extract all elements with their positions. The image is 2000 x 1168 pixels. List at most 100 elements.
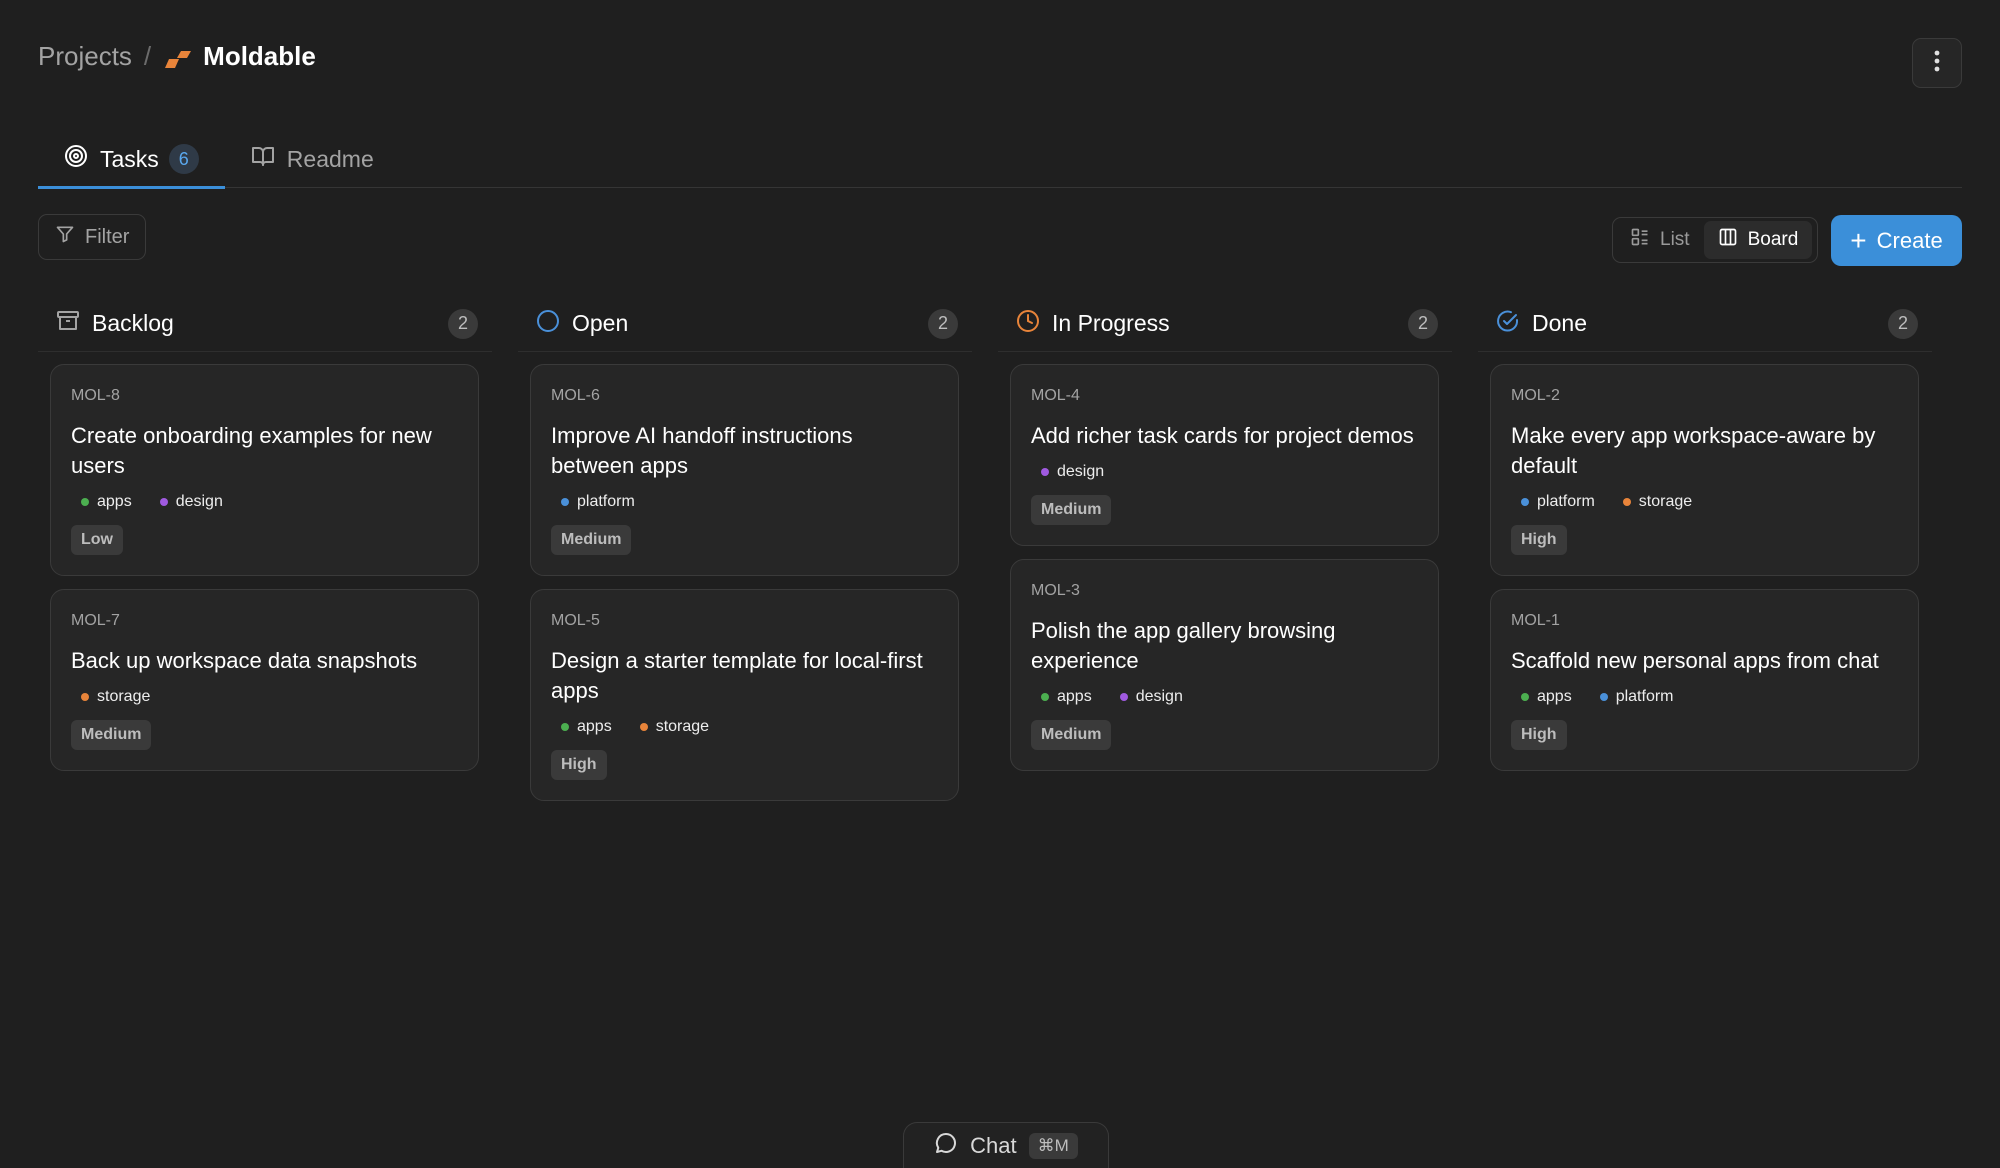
label-tag: apps [561,718,612,736]
task-card[interactable]: MOL-3 Polish the app gallery browsing ex… [1010,559,1439,771]
label-text: storage [655,718,710,735]
task-id: MOL-8 [71,387,120,404]
label-dot [1119,693,1128,701]
task-id: MOL-1 [1511,612,1560,629]
task-title: Back up workspace data snapshots [71,648,418,673]
task-title: Design a starter template for local-firs… [551,648,923,703]
label-tag: design [159,493,223,511]
task-title: Polish the app gallery browsing experien… [1031,618,1336,673]
task-labels: platform [551,493,938,511]
task-id: MOL-5 [551,612,600,629]
label-tag: design [1119,688,1183,706]
label-tag: platform [1521,493,1595,511]
breadcrumb-separator: / [143,40,152,71]
label-tag: platform [561,493,635,511]
priority-badge: Medium [551,525,632,555]
label-tag: design [1041,463,1104,481]
task-labels: storage [71,688,458,706]
label-tag: apps [81,493,132,511]
book-icon [251,144,287,174]
task-labels: apps design [71,493,458,511]
filter-button[interactable]: Filter [38,214,147,260]
column-count-badge: 2 [1888,308,1918,339]
chat-label: Chat [970,1132,1017,1158]
priority-badge: High [551,750,607,780]
label-text: storage [97,688,151,705]
label-tag: apps [1521,688,1572,706]
label-text: design [1135,688,1183,705]
label-text: storage [1638,493,1693,510]
column-count-badge: 2 [448,308,478,339]
column-title: Open [572,310,629,336]
chat-shortcut-badge: ⌘M [1028,1132,1078,1159]
label-dot [561,498,569,506]
tab-bar: Tasks 6 Readme [38,130,1962,189]
view-list-button[interactable]: List [1616,221,1704,259]
label-tag: apps [1041,688,1092,706]
target-icon [64,144,100,174]
label-text: design [1057,463,1105,480]
label-text: platform [577,493,635,510]
label-tag: platform [1599,688,1674,706]
check-circle-icon [1496,309,1532,338]
view-toggle: List Board [1612,217,1818,263]
label-text: apps [97,493,132,510]
filter-label: Filter [85,225,130,248]
column-title: Done [1532,310,1587,336]
column-count-badge: 2 [1408,308,1438,339]
breadcrumb-projects-link[interactable]: Projects [38,41,132,72]
task-labels: apps storage [551,718,938,736]
task-card[interactable]: MOL-8 Create onboarding examples for new… [50,364,479,576]
view-list-label: List [1660,229,1690,250]
label-dot [1521,693,1529,701]
task-card[interactable]: MOL-1 Scaffold new personal apps from ch… [1490,589,1919,771]
label-dot [1041,468,1049,476]
tab-tasks[interactable]: Tasks 6 [38,130,225,189]
column-header: Done 2 [1478,296,1932,352]
label-dot [1041,693,1049,701]
priority-badge: Medium [1031,720,1112,750]
task-card[interactable]: MOL-6 Improve AI handoff instructions be… [530,364,959,576]
label-tag: storage [1622,493,1693,511]
label-text: apps [577,718,612,735]
chat-button[interactable]: Chat ⌘M [903,1122,1109,1168]
create-label: Create [1876,227,1943,253]
label-dot [81,693,89,701]
label-dot [81,498,89,506]
task-card[interactable]: MOL-4 Add richer task cards for project … [1010,364,1439,546]
label-tag: storage [639,718,710,736]
project-logo-icon [163,46,193,68]
funnel-icon [55,224,85,250]
priority-badge: Medium [1031,495,1112,525]
task-card[interactable]: MOL-7 Back up workspace data snapshots s… [50,589,479,771]
label-dot [1599,693,1608,701]
label-dot [561,723,569,731]
priority-badge: High [1511,720,1567,750]
task-title: Scaffold new personal apps from chat [1511,648,1879,673]
tab-tasks-label: Tasks [100,145,159,172]
priority-badge: High [1511,525,1567,555]
task-board-page: Projects / Moldable Tasks 6 Readme Filte… [0,0,2000,1168]
label-dot [159,498,168,506]
column-header: Open 2 [518,296,972,352]
task-card[interactable]: MOL-2 Make every app workspace-aware by … [1490,364,1919,576]
task-card[interactable]: MOL-5 Design a starter template for loca… [530,589,959,801]
column-header: Backlog 2 [38,296,492,352]
chat-bubble-icon [934,1131,970,1161]
view-board-button[interactable]: Board [1703,221,1813,259]
more-options-button[interactable] [1912,38,1962,88]
task-title: Make every app workspace-aware by defaul… [1511,423,1876,478]
column-backlog: Backlog 2 MOL-8 Create onboarding exampl… [38,296,492,784]
view-board-label: Board [1747,229,1799,250]
tab-readme-label: Readme [286,145,374,172]
tab-readme[interactable]: Readme [225,130,400,188]
column-count-badge: 2 [928,308,958,339]
create-task-button[interactable]: + Create [1831,215,1962,266]
clock-icon [1016,309,1052,338]
breadcrumb: Projects / Moldable [38,36,316,76]
task-title: Add richer task cards for project demos [1031,423,1414,448]
column-title: In Progress [1052,310,1170,336]
task-title: Improve AI handoff instructions between … [551,423,853,478]
task-title: Create onboarding examples for new users [71,423,432,478]
list-icon [1630,227,1660,253]
